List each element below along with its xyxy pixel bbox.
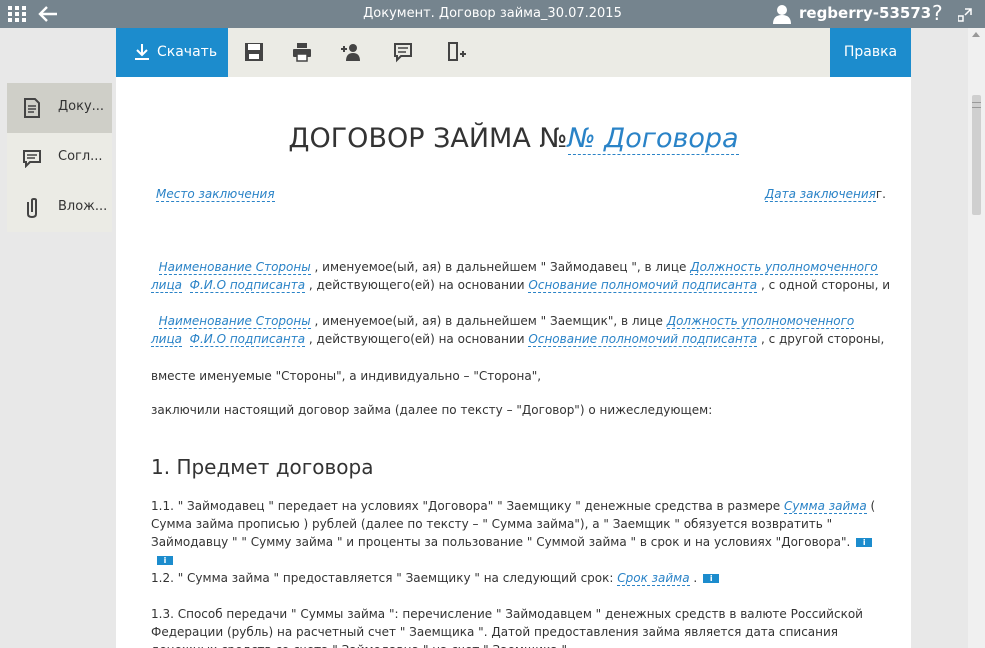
comment-icon (23, 150, 41, 168)
add-user-icon[interactable] (340, 41, 362, 63)
fullscreen-icon[interactable] (958, 8, 972, 22)
edit-button[interactable]: Правка (830, 28, 911, 77)
info-icon[interactable]: i (856, 538, 873, 547)
party2-name-field[interactable]: Наименование Стороны (158, 314, 311, 329)
sidebar-item-label: Доку... (58, 99, 105, 114)
concluded-paragraph: заключили настоящий договор займа (далее… (151, 403, 713, 417)
title-bar: Документ. Договор займа_30.07.2015 regbe… (0, 0, 985, 28)
sidebar-item-document[interactable]: Доку... (7, 83, 112, 133)
sidebar-item-approvals[interactable]: Согл... (7, 133, 112, 183)
date-suffix: г. (875, 187, 886, 201)
party1-text3: , с одной стороны, и (757, 278, 891, 292)
download-label: Скачать (157, 44, 218, 60)
contract-number-field[interactable]: № Договора (567, 123, 739, 155)
scroll-up-arrow-icon[interactable] (972, 32, 980, 37)
scrollbar-grip-icon (972, 102, 981, 108)
save-icon[interactable] (243, 41, 265, 63)
attachment-icon (27, 198, 37, 218)
comment-icon[interactable] (392, 41, 414, 63)
help-icon[interactable]: ? (932, 1, 943, 25)
clause-1-2: 1.2. " Сумма займа " предоставляется " З… (151, 569, 891, 587)
sidebar-item-attachments[interactable]: Влож... (7, 183, 112, 233)
download-button[interactable]: Скачать (116, 28, 228, 77)
party1-paragraph: Наименование Стороны , именуемое(ый, ая)… (151, 258, 891, 294)
user-name[interactable]: regberry-53573 (799, 4, 931, 22)
party2-paragraph: Наименование Стороны , именуемое(ый, ая)… (151, 312, 891, 348)
together-paragraph: вместе именуемые "Стороны", а индивидуал… (151, 369, 542, 383)
document-toolbar: Скачать Правка (116, 28, 911, 77)
party1-fio-field[interactable]: Ф.И.О подписанта (189, 278, 306, 293)
party1-name-field[interactable]: Наименование Стороны (158, 260, 311, 275)
sidebar: Доку... Согл... Влож... (7, 83, 112, 232)
section1-heading: 1. Предмет договора (151, 455, 374, 479)
sidebar-item-label: Согл... (58, 149, 103, 164)
party2-text1: , именуемое(ый, ая) в дальнейшем " Заемщ… (310, 314, 667, 328)
loan-amount-field[interactable]: Сумма займа (783, 499, 867, 514)
scrollbar-thumb[interactable] (972, 95, 981, 215)
clause-1-2-text1: 1.2. " Сумма займа " предоставляется " З… (151, 571, 618, 585)
sidebar-item-label: Влож... (58, 199, 108, 214)
clause-1-2-text2: . (689, 571, 698, 585)
clause-1-3: 1.3. Способ передачи " Суммы займа ": пе… (151, 607, 863, 648)
party2-text2: , действующего(ей) на основании (305, 332, 529, 346)
party1-text2: , действующего(ей) на основании (305, 278, 529, 292)
title-prefix: ДОГОВОР ЗАЙМА № (288, 123, 568, 154)
vertical-scrollbar[interactable] (968, 28, 985, 648)
date-field[interactable]: Дата заключения (764, 187, 876, 202)
party2-text3: , с другой стороны, (757, 332, 885, 346)
attach-file-icon[interactable] (445, 41, 467, 63)
info-icon[interactable]: i (703, 574, 720, 583)
party1-text1: , именуемое(ый, ая) в дальнейшем " Займо… (310, 260, 691, 274)
party2-fio-field[interactable]: Ф.И.О подписанта (189, 332, 306, 347)
document-title: ДОГОВОР ЗАЙМА №№ Договора (116, 123, 911, 155)
document-page: ДОГОВОР ЗАЙМА №№ Договора Место заключен… (116, 77, 911, 648)
place-field[interactable]: Место заключения (156, 187, 275, 202)
print-icon[interactable] (291, 41, 313, 63)
document-icon (24, 98, 40, 118)
loan-term-field[interactable]: Срок займа (617, 571, 690, 586)
clause-1-1: 1.1. " Займодавец " передает на условиях… (151, 497, 891, 569)
party2-basis-field[interactable]: Основание полномочий подписанта (528, 332, 758, 347)
clause-1-1-text1: 1.1. " Займодавец " передает на условиях… (151, 499, 784, 513)
download-icon (135, 44, 149, 60)
party1-basis-field[interactable]: Основание полномочий подписанта (528, 278, 758, 293)
info-icon[interactable]: i (157, 556, 173, 565)
place-date-line: Место заключения Дата заключенияг. (151, 185, 891, 203)
user-icon[interactable] (773, 4, 791, 24)
